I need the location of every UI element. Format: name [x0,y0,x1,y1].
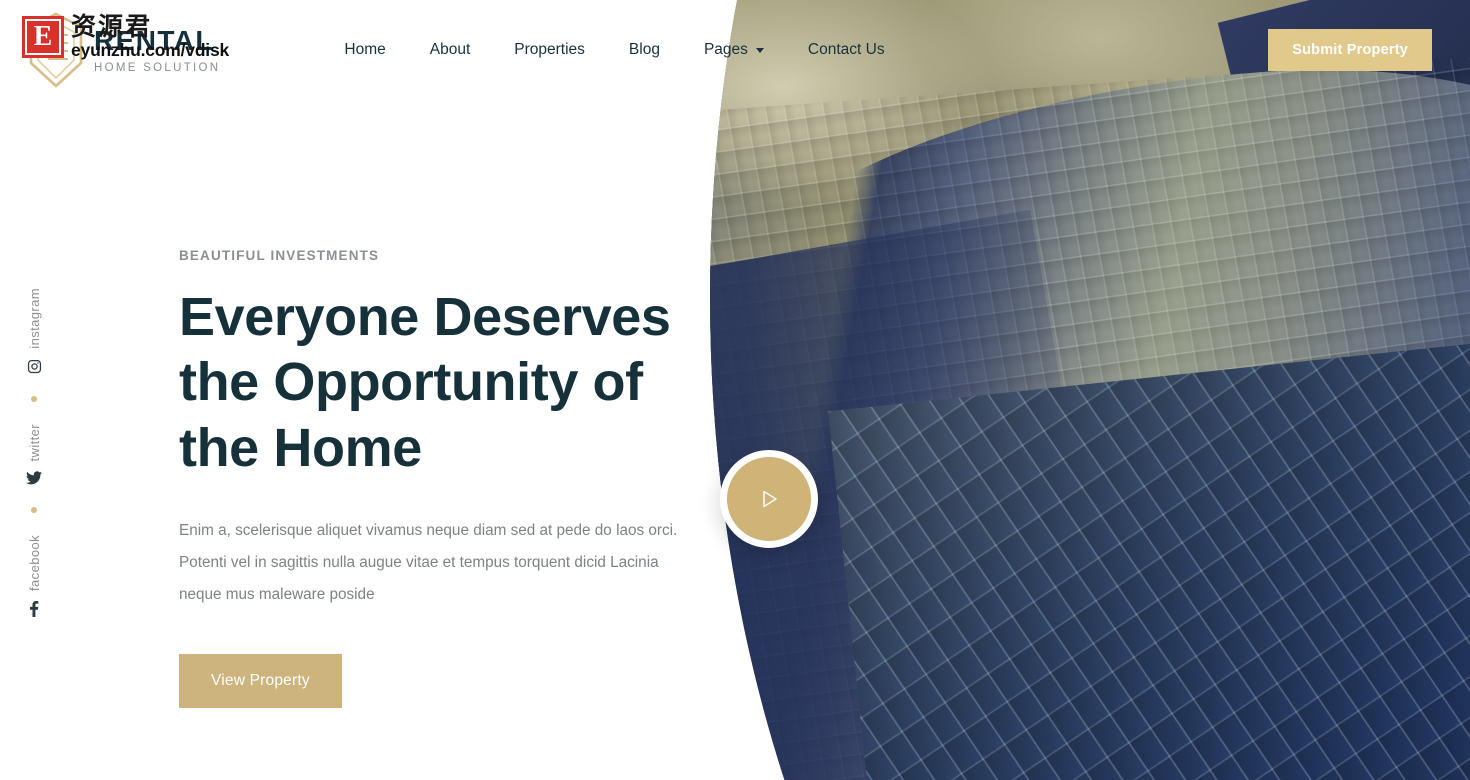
brand-title: RENTAL [94,24,214,56]
social-label: facebook [26,535,42,592]
view-property-button[interactable]: View Property [179,654,342,709]
brand-logo[interactable]: RENTAL HOME SOLUTION [24,11,220,89]
nav-item-about[interactable]: About [430,41,471,59]
hero-eyebrow: BEAUTIFUL INVESTMENTS [179,248,380,263]
hero-title: Everyone Deserves the Opportunity of the… [179,285,719,481]
nav-item-contact-us[interactable]: Contact Us [808,41,885,59]
hero-title-line-1: Everyone Deserves [179,287,671,347]
nav-item-properties[interactable]: Properties [514,41,585,59]
nav-label: Blog [628,41,660,58]
hero-photo [710,0,1470,780]
photo-overlay [710,0,1470,780]
rail-separator-dot [31,395,37,402]
hero-description: Enim a, scelerisque aliquet vivamus nequ… [179,521,678,603]
main-navigation: Home About Properties Blog Pages Contact… [344,41,884,59]
play-icon [756,486,782,512]
hero-page: RENTAL HOME SOLUTION Home About Properti… [0,0,1470,780]
hero-content: BEAUTIFUL INVESTMENTS Everyone Deserves … [179,248,719,709]
submit-property-button[interactable]: Submit Property [1268,29,1432,71]
nav-label: Pages [703,41,748,58]
social-link-twitter[interactable]: twitter [26,424,42,485]
hero-image [710,0,1470,780]
nav-item-pages[interactable]: Pages [704,41,764,59]
social-sidebar: instagram twitter facebook [26,288,42,618]
nav-label: About [429,41,471,58]
nav-label: Contact Us [807,41,885,58]
video-play-button[interactable] [720,450,818,548]
site-header: RENTAL HOME SOLUTION Home About Properti… [0,0,1470,100]
hero-title-line-3: the Home [179,417,422,478]
hexagon-shield-logo-icon [24,11,88,89]
social-link-instagram[interactable]: instagram [27,288,42,374]
brand-text: RENTAL HOME SOLUTION [94,24,221,74]
nav-item-home[interactable]: Home [344,41,385,59]
social-link-facebook[interactable]: facebook [26,535,42,618]
chevron-down-icon [755,47,764,53]
instagram-icon [27,359,41,373]
nav-label: Properties [514,41,585,58]
hero-title-line-2: the Opportunity of [179,352,643,413]
brand-subtitle: HOME SOLUTION [94,61,221,74]
facebook-icon [30,601,39,618]
twitter-icon [26,471,42,485]
social-label: twitter [26,423,42,462]
rail-separator-dot [31,507,37,514]
nav-label: Home [344,41,386,58]
social-label: instagram [26,288,42,349]
nav-item-blog[interactable]: Blog [629,41,660,59]
